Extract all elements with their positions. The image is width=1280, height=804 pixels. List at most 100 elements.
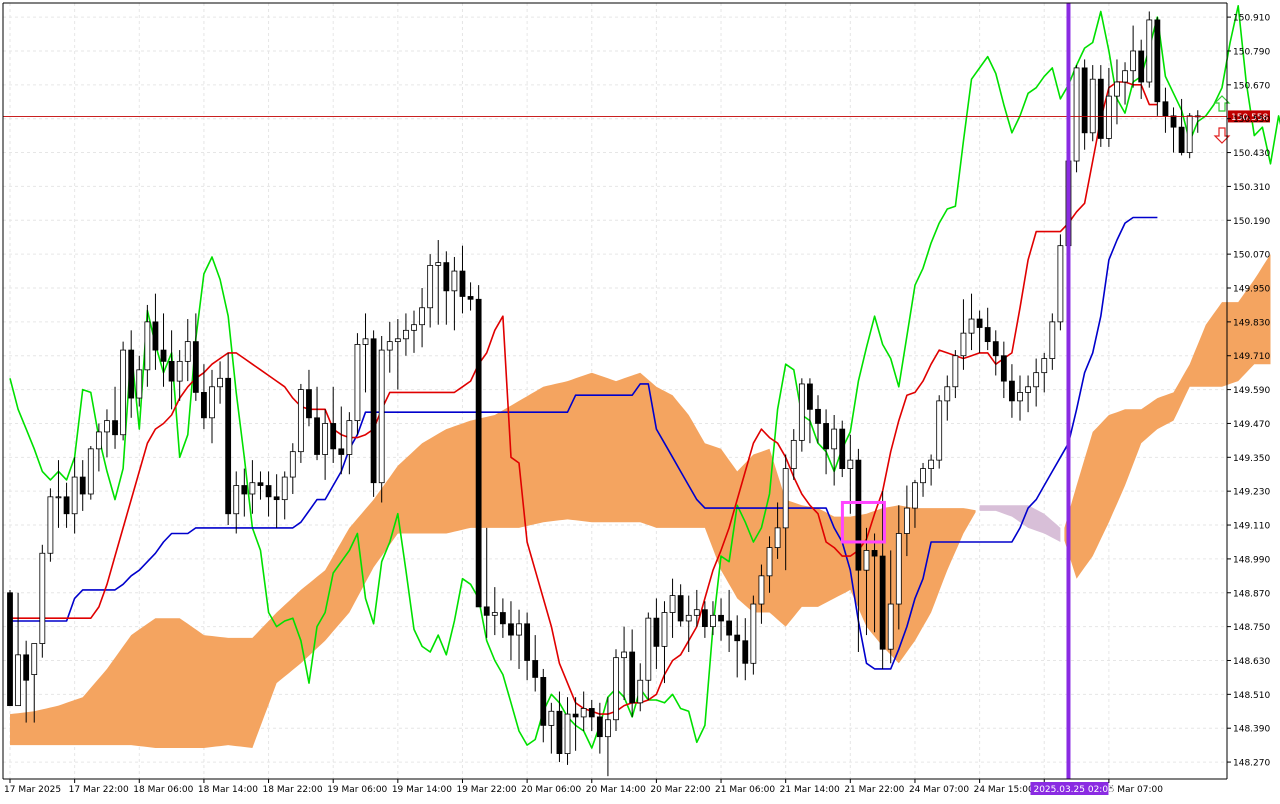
ichimoku-chart[interactable]: 150.558 150.910 150.790 150.670 150.550 150.… [0, 0, 1280, 800]
y-tick-label: 149.350 [1233, 454, 1270, 464]
x-tick-label: 20 Mar 14:00 [586, 785, 646, 795]
candle-body [564, 713, 571, 755]
candle-body [1114, 81, 1120, 97]
time-marker-label: 2025.03.25 02:00 [1033, 785, 1114, 795]
candle [297, 383, 304, 463]
candle-body [701, 609, 708, 628]
y-tick-label: 148.990 [1233, 555, 1270, 565]
y-tick-label: 150.070 [1233, 251, 1270, 261]
candle-body [403, 329, 409, 340]
x-tick-label: 18 Mar 22:00 [263, 785, 323, 795]
candle-body [370, 338, 377, 484]
candle-body [265, 485, 272, 498]
candle [936, 395, 943, 469]
candle-body [1170, 115, 1177, 128]
x-tick-label: 18 Mar 06:00 [133, 785, 193, 795]
candle-body [1130, 50, 1137, 72]
candle-body [427, 265, 434, 309]
y-tick-label: 150.910 [1233, 14, 1270, 24]
candle-body [483, 606, 490, 616]
candle-body [1009, 380, 1015, 402]
candle-body [677, 595, 684, 622]
candle-body [306, 389, 312, 419]
candle [839, 420, 846, 478]
candle-body [516, 623, 522, 636]
candle-body [685, 614, 692, 622]
candle-body [257, 482, 264, 486]
candle [475, 285, 482, 608]
candle-body [1162, 101, 1169, 117]
candle-body [71, 476, 78, 515]
candle-body [160, 349, 167, 362]
candle-body [467, 296, 474, 300]
candle-body [314, 417, 320, 455]
candle-body [831, 428, 838, 450]
y-tick-label: 148.630 [1233, 657, 1270, 667]
chart-canvas[interactable]: 150.558 150.910150.790150.670150.550150.… [0, 0, 1280, 800]
y-tick-label: 150.310 [1233, 183, 1270, 193]
candle-body [1089, 78, 1096, 134]
candle-body [863, 550, 870, 571]
candle-body [508, 623, 514, 636]
candle-body [669, 595, 676, 613]
candle-body [540, 677, 547, 726]
candle-body [718, 614, 724, 622]
candle-body [1073, 67, 1080, 162]
candle-body [419, 307, 425, 326]
y-tick-label: 150.670 [1233, 81, 1270, 91]
candle-body [1049, 321, 1056, 359]
candle-body [1017, 392, 1023, 402]
candle-body [87, 448, 94, 495]
candle-body [104, 420, 110, 433]
candle-body [378, 349, 385, 484]
candle-body [936, 400, 943, 461]
candle-body [903, 507, 910, 534]
candle [1186, 113, 1193, 159]
candle-body [128, 349, 135, 399]
candle-body [39, 552, 46, 644]
x-tick-label: 24 Mar 15:00 [974, 785, 1034, 795]
candle-body [758, 575, 765, 605]
candle-body [79, 476, 86, 495]
candle-body [289, 451, 296, 478]
y-tick-label: 149.950 [1233, 285, 1270, 295]
candle [750, 595, 757, 675]
candle-body [47, 496, 54, 554]
candle [370, 330, 377, 497]
x-tick-label: 19 Mar 22:00 [456, 785, 516, 795]
candle [378, 335, 385, 503]
candle-body [798, 383, 805, 441]
x-tick-label: 21 Mar 14:00 [780, 785, 840, 795]
y-tick-label: 149.710 [1233, 352, 1270, 362]
candle-body [1154, 19, 1161, 103]
candle-body [112, 420, 118, 436]
candle-body [1033, 372, 1040, 388]
x-tick-label: 19 Mar 14:00 [392, 785, 452, 795]
candle-body [241, 485, 248, 495]
candle-body [807, 383, 813, 410]
candle-body [144, 321, 151, 371]
y-tick-label: 150.790 [1233, 47, 1270, 57]
x-tick-label: 21 Mar 22:00 [844, 785, 904, 795]
candle-body [839, 428, 846, 469]
candle [1073, 65, 1080, 173]
candle [1057, 234, 1064, 331]
candle-body [120, 349, 127, 436]
candle-body [750, 603, 757, 664]
candle-body [1186, 115, 1193, 153]
candle-body [297, 389, 304, 453]
x-tick-label: 20 Mar 06:00 [521, 785, 581, 795]
candle-body [726, 620, 733, 636]
candle-body [588, 708, 595, 718]
candle-body [1025, 386, 1031, 393]
candle-body [976, 318, 983, 328]
x-tick-label: 20 Mar 22:00 [650, 785, 710, 795]
candle-body [15, 654, 21, 707]
candle-body [613, 657, 619, 721]
candle-body [136, 369, 143, 399]
candle-body [871, 550, 878, 557]
candle-body [499, 612, 506, 625]
y-tick-label: 149.590 [1233, 386, 1270, 396]
candle-body [281, 476, 288, 501]
candle-body [847, 459, 854, 470]
